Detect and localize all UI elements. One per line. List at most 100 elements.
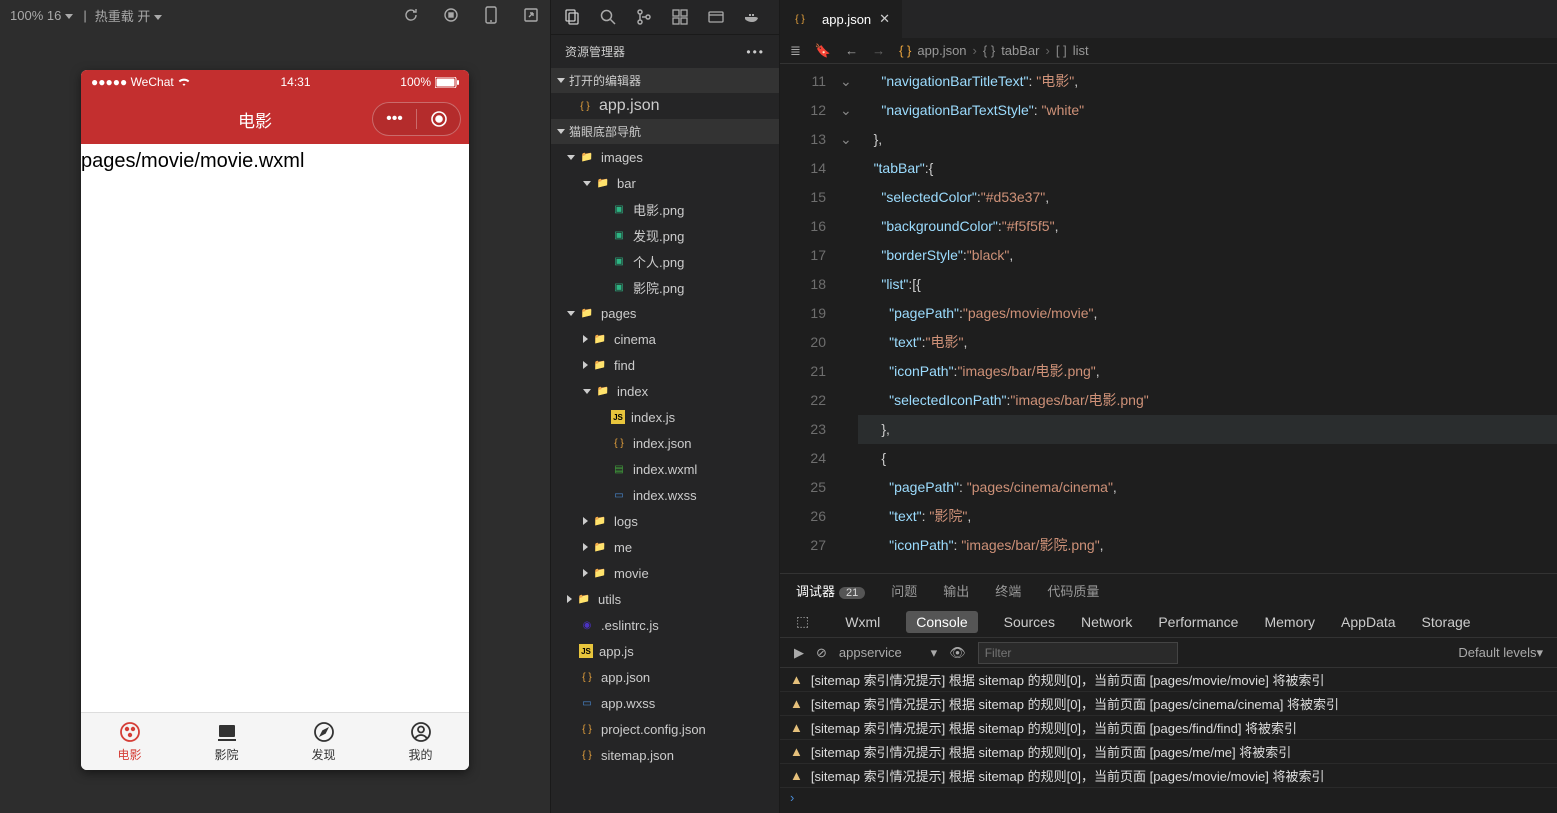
file-name: .eslintrc.js xyxy=(601,618,659,633)
tree-item-find[interactable]: 📁find xyxy=(551,352,779,378)
devtab-network[interactable]: Network xyxy=(1081,614,1132,630)
tab-我的[interactable]: 我的 xyxy=(372,713,469,770)
panel-tab-代码质量[interactable]: 代码质量 xyxy=(1047,581,1099,600)
editor-area: { } app.json ✕ ≣ 🔖 ← → { } app.json › { … xyxy=(780,0,1557,813)
tree-item-pages[interactable]: 📁pages xyxy=(551,300,779,326)
filter-input[interactable] xyxy=(978,642,1178,664)
console-prompt[interactable]: › xyxy=(780,788,1557,807)
tree-item-app.wxss[interactable]: ▭app.wxss xyxy=(551,690,779,716)
tree-item-个人.png[interactable]: ▣个人.png xyxy=(551,248,779,274)
image-icon: ▣ xyxy=(611,279,627,295)
more-icon[interactable]: ••• xyxy=(746,45,765,59)
context-dropdown[interactable]: appservice ▾ xyxy=(839,645,937,661)
warning-icon: ▲ xyxy=(790,696,803,711)
bookmark-icon[interactable]: 🔖 xyxy=(815,43,831,59)
panel-tab-终端[interactable]: 终端 xyxy=(995,581,1021,600)
devtab-storage[interactable]: Storage xyxy=(1422,614,1471,630)
tree-item-影院.png[interactable]: ▣影院.png xyxy=(551,274,779,300)
tree-item-utils[interactable]: 📁utils xyxy=(551,586,779,612)
tree-item-app.js[interactable]: JSapp.js xyxy=(551,638,779,664)
tree-item-bar[interactable]: 📁bar xyxy=(551,170,779,196)
list-icon[interactable]: ≣ xyxy=(790,43,801,59)
simulator-viewport: ●●●●● WeChat 14:31 100% 电影 ••• p xyxy=(0,30,550,813)
tree-item-sitemap.json[interactable]: { } sitemap.json xyxy=(551,742,779,768)
folder-icon: 📁 xyxy=(592,331,608,347)
folder-icon[interactable] xyxy=(707,8,725,26)
tree-item-电影.png[interactable]: ▣电影.png xyxy=(551,196,779,222)
tree-item-index[interactable]: 📁index xyxy=(551,378,779,404)
hot-reload-toggle[interactable]: 热重载 开 xyxy=(95,6,163,25)
close-icon[interactable]: ✕ xyxy=(879,11,890,27)
devtab-memory[interactable]: Memory xyxy=(1264,614,1315,630)
docker-icon[interactable] xyxy=(743,8,761,26)
tree-item-images[interactable]: 📁images xyxy=(551,144,779,170)
play-icon[interactable]: ▶ xyxy=(794,645,804,661)
tree-item-发现.png[interactable]: ▣发现.png xyxy=(551,222,779,248)
project-header[interactable]: 猫眼底部导航 xyxy=(551,119,779,144)
tree-item-index.wxml[interactable]: ▤ index.wxml xyxy=(551,456,779,482)
extensions-icon[interactable] xyxy=(671,8,689,26)
open-editor-item[interactable]: { } app.json xyxy=(551,93,779,119)
devtab-sources[interactable]: Sources xyxy=(1004,614,1055,630)
tree-item-index.json[interactable]: { }index.json xyxy=(551,430,779,456)
json-icon: { } xyxy=(579,721,595,737)
phone-frame: ●●●●● WeChat 14:31 100% 电影 ••• p xyxy=(81,70,469,770)
folder-icon: 📁 xyxy=(592,513,608,529)
levels-dropdown[interactable]: Default levels ▾ xyxy=(1458,645,1543,661)
battery-icon xyxy=(435,77,459,88)
clear-icon[interactable]: ⊘ xyxy=(816,645,827,661)
tree-item-app.json[interactable]: { }app.json xyxy=(551,664,779,690)
file-name: sitemap.json xyxy=(601,748,674,763)
editor-tab-appjson[interactable]: { } app.json ✕ xyxy=(780,0,903,38)
tab-影院[interactable]: 影院 xyxy=(178,713,275,770)
files-icon[interactable] xyxy=(563,8,581,26)
tree-item-index.js[interactable]: JSindex.js xyxy=(551,404,779,430)
inspect-icon[interactable]: ⬚ xyxy=(796,613,809,630)
popout-icon[interactable] xyxy=(522,6,540,24)
json-icon: { } xyxy=(579,747,595,763)
tree-item-movie[interactable]: 📁movie xyxy=(551,560,779,586)
close-target-icon[interactable] xyxy=(417,103,460,135)
panel-tab-问题[interactable]: 问题 xyxy=(891,581,917,600)
file-name: index.wxml xyxy=(633,462,697,477)
capsule-menu[interactable]: ••• xyxy=(372,102,461,136)
json-icon: { } xyxy=(579,669,595,685)
wxml-icon: ▤ xyxy=(611,461,627,477)
menu-icon[interactable]: ••• xyxy=(373,103,416,135)
tree-item-logs[interactable]: 📁logs xyxy=(551,508,779,534)
tab-label: 电影 xyxy=(117,746,141,763)
console-output[interactable]: ▲[sitemap 索引情况提示] 根据 sitemap 的规则[0]，当前页面… xyxy=(780,668,1557,813)
search-icon[interactable] xyxy=(599,8,617,26)
devtab-wxml[interactable]: Wxml xyxy=(845,614,880,630)
panel-tab-调试器[interactable]: 调试器21 xyxy=(796,581,865,600)
tree-item-project.config.json[interactable]: { }project.config.json xyxy=(551,716,779,742)
git-icon[interactable] xyxy=(635,8,653,26)
zoom-level[interactable]: 100% 16 xyxy=(10,8,73,23)
console-warning: ▲[sitemap 索引情况提示] 根据 sitemap 的规则[0]，当前页面… xyxy=(780,764,1557,788)
tab-电影[interactable]: 电影 xyxy=(81,713,178,770)
folder-icon: 📁 xyxy=(595,383,611,399)
tree-item-index.wxss[interactable]: ▭index.wxss xyxy=(551,482,779,508)
devtab-appdata[interactable]: AppData xyxy=(1341,614,1395,630)
stop-icon[interactable] xyxy=(442,6,460,24)
file-name: app.js xyxy=(599,644,634,659)
page-body[interactable]: pages/movie/movie.wxml xyxy=(81,144,469,712)
forward-icon[interactable]: → xyxy=(872,43,885,59)
back-icon[interactable]: ← xyxy=(845,43,858,59)
devtab-performance[interactable]: Performance xyxy=(1158,614,1238,630)
tree-item-cinema[interactable]: 📁 cinema xyxy=(551,326,779,352)
tab-发现[interactable]: 发现 xyxy=(275,713,372,770)
breadcrumb[interactable]: { } app.json › { } tabBar › [ ] list xyxy=(899,43,1088,58)
open-editors-header[interactable]: 打开的编辑器 xyxy=(551,68,779,93)
panel-tab-输出[interactable]: 输出 xyxy=(943,581,969,600)
file-name: bar xyxy=(617,176,636,191)
devtab-console[interactable]: Console xyxy=(906,611,977,633)
tree-item-me[interactable]: 📁me xyxy=(551,534,779,560)
eye-icon[interactable]: 👁 xyxy=(949,645,966,661)
device-icon[interactable] xyxy=(482,6,500,24)
code-editor[interactable]: 1112131415161718192021222324252627 ⌄⌄⌄ "… xyxy=(780,64,1557,573)
tree-item-.eslintrc.js[interactable]: ◉.eslintrc.js xyxy=(551,612,779,638)
js-icon: JS xyxy=(611,410,625,424)
refresh-icon[interactable] xyxy=(402,6,420,24)
file-name: cinema xyxy=(614,332,656,347)
